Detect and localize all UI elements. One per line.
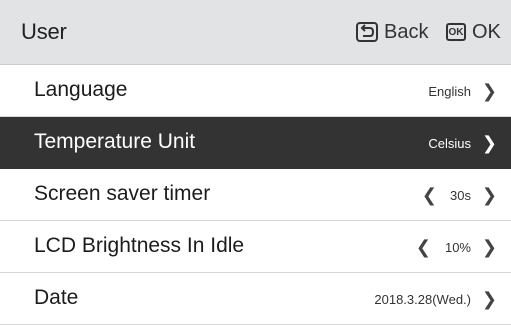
menu-item-label: LCD Brightness In Idle [34,234,245,257]
ok-button[interactable]: OK OK [446,18,501,46]
chevron-right-icon[interactable]: ❯ [482,237,497,258]
menu-item-value: English [428,84,471,99]
chevron-right-icon[interactable]: ❯ [482,289,497,310]
chevron-right-icon[interactable]: ❯ [482,185,497,206]
menu-item-language[interactable]: Language English ❯ [0,65,511,117]
menu-item-label: Temperature Unit [34,130,196,153]
menu-item-lcd-brightness-in-idle[interactable]: LCD Brightness In Idle ❮ 10% ❯ [0,221,511,273]
menu-item-value: Celsius [428,136,471,151]
menu-item-label: Date [34,286,79,309]
menu-item-label: Screen saver timer [34,182,211,205]
menu-item-screen-saver-timer[interactable]: Screen saver timer ❮ 30s ❯ [0,169,511,221]
menu-item-value: 2018.3.28(Wed.) [374,292,471,307]
back-arrow-icon [356,22,378,42]
ok-label: OK [472,20,501,43]
menu-item-value: 30s [450,188,471,203]
chevron-right-icon[interactable]: ❯ [482,133,497,154]
chevron-right-icon[interactable]: ❯ [482,81,497,102]
menu-item-temperature-unit[interactable]: Temperature Unit Celsius ❯ [0,117,511,169]
header-bar: User Back OK OK [0,0,511,65]
chevron-left-icon[interactable]: ❮ [422,185,437,206]
menu-item-date[interactable]: Date 2018.3.28(Wed.) ❯ [0,273,511,325]
page-title: User [21,19,67,44]
chevron-left-icon[interactable]: ❮ [416,237,431,258]
back-label: Back [384,20,429,43]
menu-item-value: 10% [444,240,471,255]
ok-key-icon: OK [446,23,466,41]
menu-item-label: Language [34,78,128,101]
back-button[interactable]: Back [356,18,428,46]
